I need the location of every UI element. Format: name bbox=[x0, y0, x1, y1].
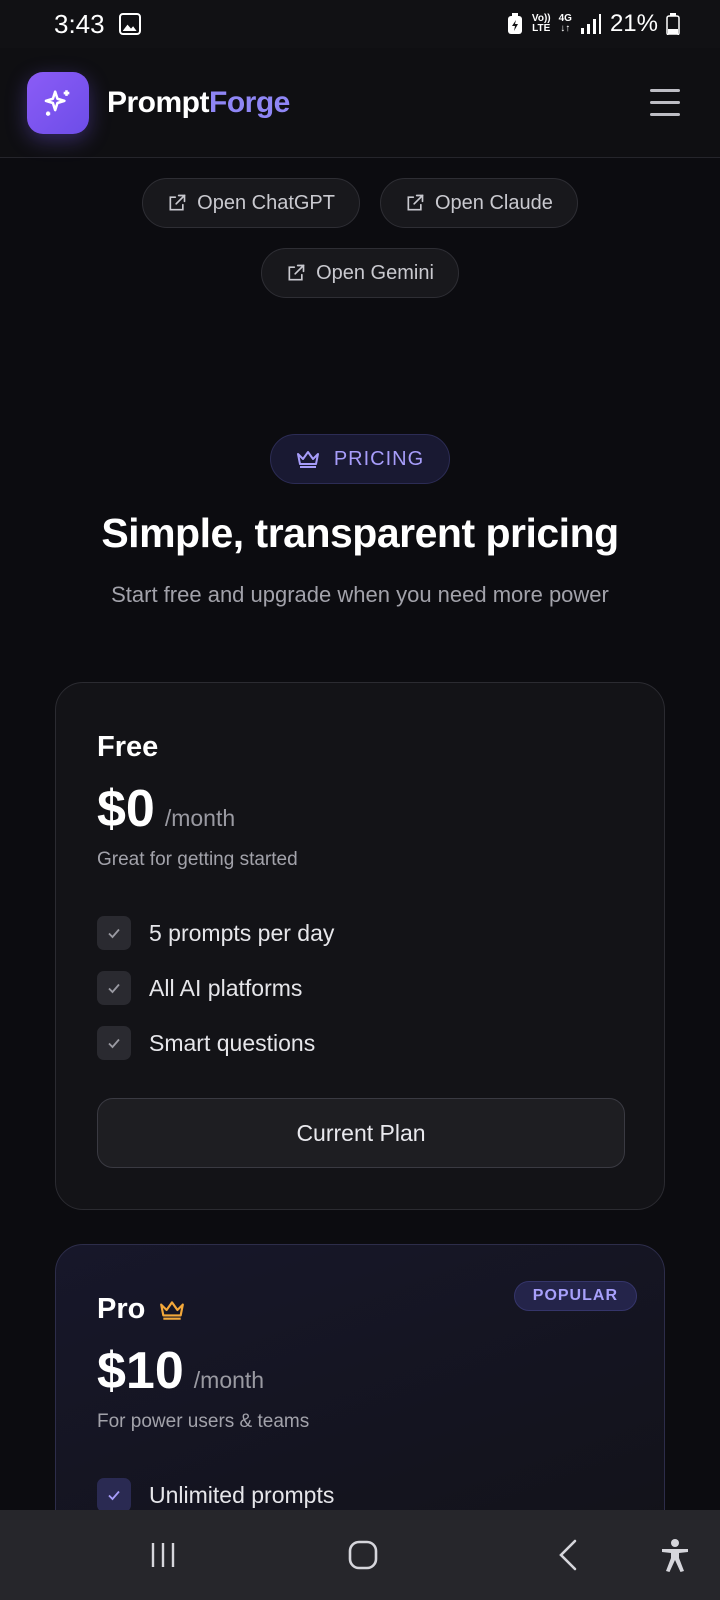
accessibility-icon[interactable] bbox=[655, 1532, 695, 1578]
brand[interactable]: PromptForge bbox=[27, 71, 290, 134]
list-item: Smart questions bbox=[97, 1025, 334, 1061]
current-plan-button[interactable]: Current Plan bbox=[97, 1098, 625, 1168]
plan-description: Great for getting started bbox=[97, 849, 298, 870]
open-gemini-button[interactable]: Open Gemini bbox=[261, 248, 459, 298]
ai-platform-links: Open ChatGPT Open Claude Open Gemini bbox=[0, 178, 720, 318]
external-link-icon bbox=[407, 194, 424, 211]
volte-indicator: Vo)) LTE bbox=[531, 13, 551, 34]
plan-price: $10 /month bbox=[97, 1342, 265, 1400]
check-icon bbox=[97, 1478, 131, 1512]
plan-name: Pro bbox=[97, 1293, 185, 1326]
check-icon bbox=[97, 1026, 131, 1060]
check-icon bbox=[97, 916, 131, 950]
app-header: PromptForge bbox=[0, 48, 720, 158]
signal-icon bbox=[580, 14, 601, 34]
check-icon bbox=[97, 971, 131, 1005]
hamburger-icon[interactable] bbox=[650, 89, 680, 116]
battery-saver-icon bbox=[507, 13, 522, 34]
status-bar: 3:43 Vo)) LTE 4G ↓↑ 21% bbox=[0, 0, 720, 48]
plan-name: Free bbox=[97, 731, 159, 763]
sparkles-icon bbox=[44, 89, 70, 116]
crown-icon bbox=[160, 1300, 185, 1320]
status-time: 3:43 bbox=[54, 8, 105, 39]
system-nav-bar bbox=[0, 1510, 720, 1600]
list-item: 5 prompts per day bbox=[97, 915, 334, 951]
pricing-badge: PRICING bbox=[270, 434, 450, 484]
open-claude-button[interactable]: Open Claude bbox=[379, 178, 578, 228]
data-indicator: 4G ↓↑ bbox=[558, 13, 572, 34]
external-link-icon bbox=[169, 194, 186, 211]
brand-name: PromptForge bbox=[107, 85, 290, 119]
home-icon[interactable] bbox=[340, 1532, 386, 1578]
plan-card-free: Free $0 /month Great for getting started… bbox=[55, 682, 665, 1210]
recents-icon[interactable] bbox=[140, 1532, 186, 1578]
battery-percent: 21% bbox=[609, 10, 658, 37]
back-icon[interactable] bbox=[548, 1532, 588, 1578]
plan-price: $0 /month bbox=[97, 780, 236, 838]
plan-description: For power users & teams bbox=[97, 1411, 310, 1432]
list-item: Unlimited prompts bbox=[97, 1477, 334, 1513]
external-link-icon bbox=[288, 264, 305, 281]
pricing-title: Simple, transparent pricing bbox=[101, 510, 619, 556]
logo bbox=[27, 71, 89, 134]
popular-badge: POPULAR bbox=[513, 1281, 637, 1311]
crown-icon bbox=[296, 451, 319, 468]
image-notification-icon bbox=[118, 13, 141, 35]
feature-list: 5 prompts per day All AI platforms Smart… bbox=[97, 915, 334, 1080]
list-item: All AI platforms bbox=[97, 970, 334, 1006]
open-chatgpt-button[interactable]: Open ChatGPT bbox=[142, 178, 360, 228]
battery-icon bbox=[666, 13, 680, 35]
pricing-subtitle: Start free and upgrade when you need mor… bbox=[111, 582, 609, 607]
